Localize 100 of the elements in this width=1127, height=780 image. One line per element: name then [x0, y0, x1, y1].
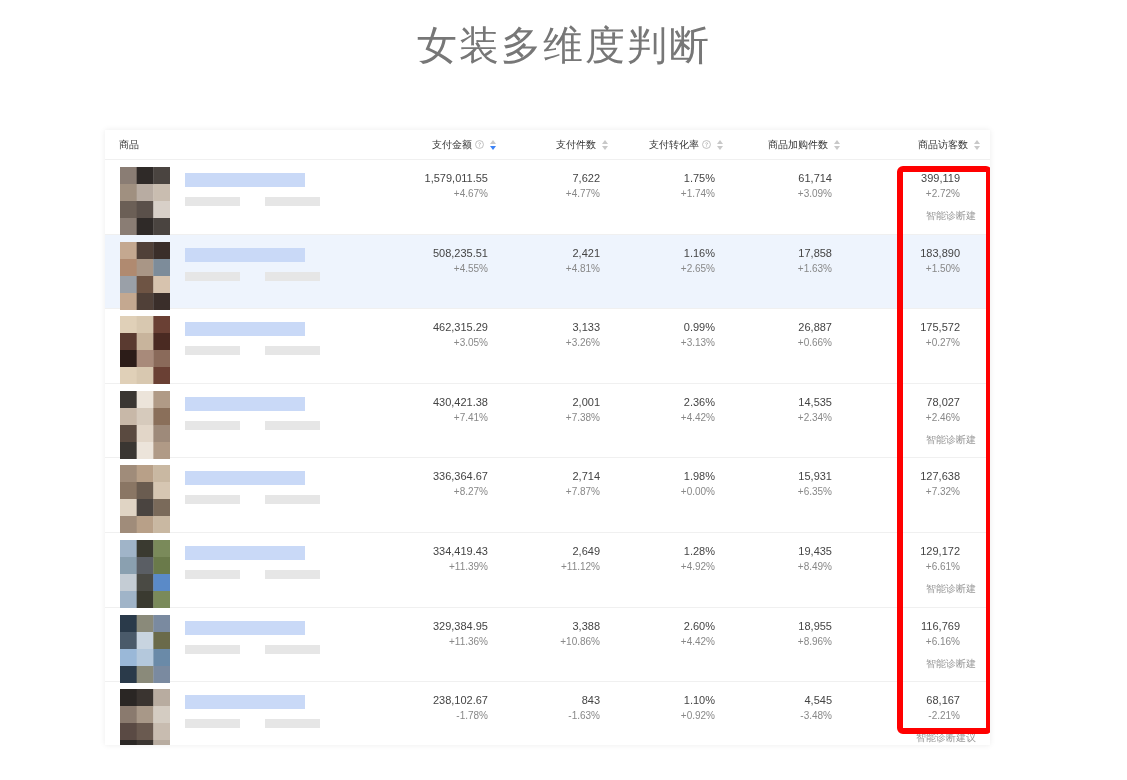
metric-change: +6.35% [797, 485, 832, 500]
metric-value: 238,102.67 [432, 693, 488, 709]
sort-icon[interactable] [974, 139, 980, 150]
metric-change: -3.48% [800, 709, 832, 724]
metric-change: +1.74% [680, 187, 715, 201]
metric-value: 3,133 [572, 320, 600, 336]
metric-change: +4.77% [565, 187, 600, 201]
redacted-text [185, 346, 240, 356]
metric-value: 462,315.29 [432, 320, 488, 336]
metric-change: +8.27% [453, 485, 488, 500]
metric-value: 68,167 [926, 693, 960, 709]
metric-value: 26,887 [798, 320, 832, 336]
redacted-text [265, 644, 320, 654]
metric-change: +10.86% [560, 634, 600, 649]
metric-change: +2.65% [680, 261, 715, 276]
redacted-text [265, 719, 320, 729]
redacted-text [185, 197, 240, 206]
metric-change: +0.00% [680, 485, 715, 500]
metric-value: 334,419.43 [432, 543, 488, 559]
metric-change: +0.92% [680, 709, 715, 724]
metric-change: +11.39% [449, 559, 488, 574]
metric-change: +4.81% [565, 261, 600, 276]
metric-value: 3,388 [572, 618, 600, 634]
metric-value: 14,535 [798, 394, 832, 410]
metric-value: 843 [581, 693, 600, 709]
metric-change: +4.42% [680, 634, 715, 649]
metric-change: +4.92% [680, 559, 715, 574]
redacted-text [185, 495, 240, 505]
metric-value: 7,622 [572, 171, 600, 186]
metric-change: +3.09% [797, 187, 832, 201]
metric-change: +11.12% [561, 559, 600, 574]
metric-change: +7.32% [925, 485, 960, 500]
metric-change: +4.55% [453, 261, 488, 276]
column-header: 支付件数 [556, 138, 596, 152]
redacted-text [265, 495, 320, 505]
metric-value: 1.16% [683, 245, 715, 261]
metric-value: 2,001 [572, 394, 600, 410]
metric-change: -1.63% [568, 709, 600, 724]
redacted-text [185, 644, 240, 654]
redacted-text [185, 569, 240, 579]
metric-value: 1.98% [683, 469, 715, 485]
column-header: 支付金额 [432, 138, 472, 152]
metric-value: 129,172 [920, 543, 960, 559]
metric-value: 329,384.95 [432, 618, 488, 634]
metric-value: 0.99% [683, 320, 715, 336]
metric-value: 19,435 [798, 543, 832, 559]
column-header: 商品 [119, 138, 139, 152]
sort-icon[interactable] [602, 139, 608, 150]
metric-value: 2,649 [572, 543, 600, 559]
redacted-text [185, 719, 240, 729]
metric-value: 17,858 [798, 245, 832, 261]
metric-value: 15,931 [798, 469, 832, 485]
metric-value: 127,638 [920, 469, 960, 485]
metric-change: +2.72% [925, 187, 960, 201]
metric-value: 183,890 [920, 245, 960, 261]
metric-value: 2.60% [683, 618, 715, 634]
slide-title: 女装多维度判断 [416, 21, 711, 70]
metric-value: 61,714 [798, 171, 832, 186]
metric-change: +3.26% [565, 336, 600, 351]
metric-value: 2.36% [683, 394, 715, 410]
metric-change: +11.36% [449, 634, 488, 649]
metric-value: 78,027 [926, 394, 960, 410]
metric-change: +2.46% [925, 410, 960, 425]
metric-change: -2.21% [928, 709, 960, 724]
metric-value: 2,421 [572, 245, 600, 261]
column-header: 支付转化率 [649, 138, 699, 152]
metric-value: 1,579,011.55 [424, 171, 488, 186]
redacted-text [265, 346, 320, 356]
metric-change: +7.87% [565, 485, 600, 500]
metric-value: 336,364.67 [432, 469, 488, 485]
metric-change: +1.50% [925, 261, 960, 276]
metric-value: 18,955 [798, 618, 832, 634]
metric-change: +4.42% [680, 410, 715, 425]
metric-change: +3.05% [453, 336, 488, 351]
table-row[interactable]: 1,579,011.55 +4.67% 7,622 +4.77% 1.75% +1.74% 61,714 +3.09% 399,119 +2.72% 智能诊断建 [105, 160, 990, 235]
metric-change: +1.63% [797, 261, 832, 276]
metric-change: +0.27% [925, 336, 960, 351]
column-header: 商品加购件数 [768, 138, 828, 152]
metric-value: 1.75% [683, 171, 715, 186]
metric-value: 116,769 [921, 618, 960, 634]
metric-change: +8.96% [797, 634, 832, 649]
metric-value: 4,545 [804, 693, 832, 709]
metric-change: +0.66% [797, 336, 832, 351]
metric-value: 175,572 [920, 320, 960, 336]
metric-value: 430,421.38 [432, 394, 488, 410]
metric-change: +2.34% [797, 410, 832, 425]
sort-icon[interactable] [717, 139, 723, 150]
metric-change: +6.16% [925, 634, 960, 649]
redacted-text [265, 197, 320, 206]
sort-icon[interactable] [834, 139, 840, 150]
metric-change: +7.38% [565, 410, 600, 425]
metric-change: -1.78% [456, 709, 488, 724]
metric-change: +4.67% [453, 187, 488, 201]
redacted-text [265, 420, 320, 430]
metric-change: +7.41% [453, 410, 488, 425]
metric-value: 1.28% [683, 543, 715, 559]
redacted-text [265, 569, 320, 579]
metric-value: 1.10% [683, 693, 715, 709]
sort-icon[interactable] [490, 139, 496, 150]
metric-change: +3.13% [680, 336, 715, 351]
